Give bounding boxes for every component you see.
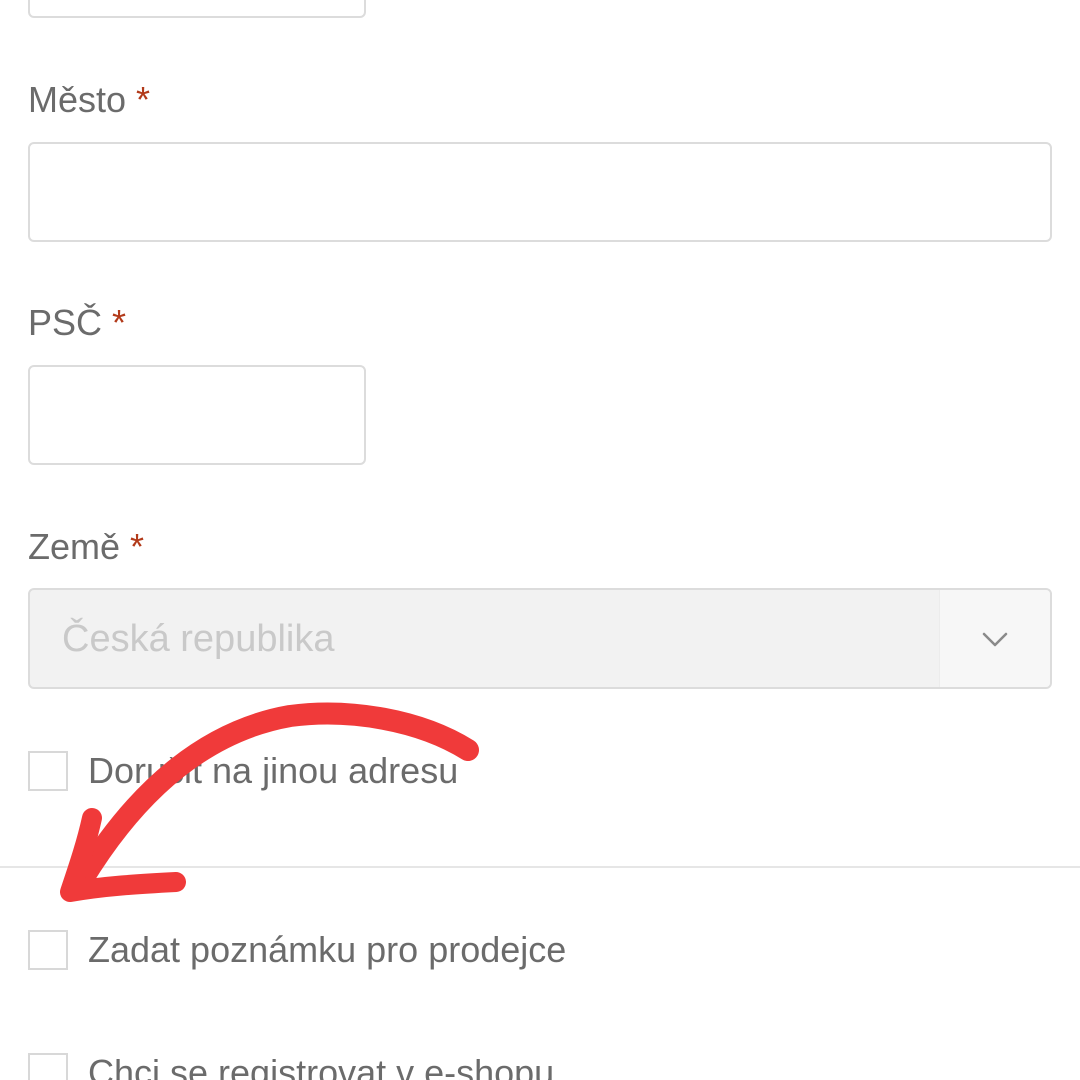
ship-different-address-label[interactable]: Doručit na jinou adresu (88, 749, 458, 793)
country-select[interactable]: Česká republika (28, 588, 1052, 689)
section-divider (0, 866, 1080, 868)
required-mark: * (112, 302, 127, 343)
register-account-label[interactable]: Chci se registrovat v e-shopu (88, 1051, 554, 1080)
seller-note-checkbox[interactable] (28, 930, 68, 970)
register-account-checkbox[interactable] (28, 1053, 68, 1080)
seller-note-label[interactable]: Zadat poznámku pro prodejce (88, 928, 566, 972)
country-select-value: Česká republika (62, 618, 335, 660)
city-label: Město * (28, 78, 150, 122)
zip-label: PSČ * (28, 301, 126, 345)
country-select-toggle[interactable] (939, 590, 1050, 687)
city-input[interactable] (28, 142, 1052, 242)
required-mark: * (136, 79, 151, 120)
zip-input[interactable] (28, 365, 366, 465)
address-input-partial[interactable] (28, 0, 366, 18)
zip-label-text: PSČ (28, 302, 103, 343)
required-mark: * (130, 526, 145, 567)
ship-different-address-checkbox[interactable] (28, 751, 68, 791)
country-label: Země * (28, 525, 144, 569)
country-label-text: Země (28, 526, 121, 567)
chevron-down-icon (982, 632, 1008, 647)
city-label-text: Město (28, 79, 127, 120)
